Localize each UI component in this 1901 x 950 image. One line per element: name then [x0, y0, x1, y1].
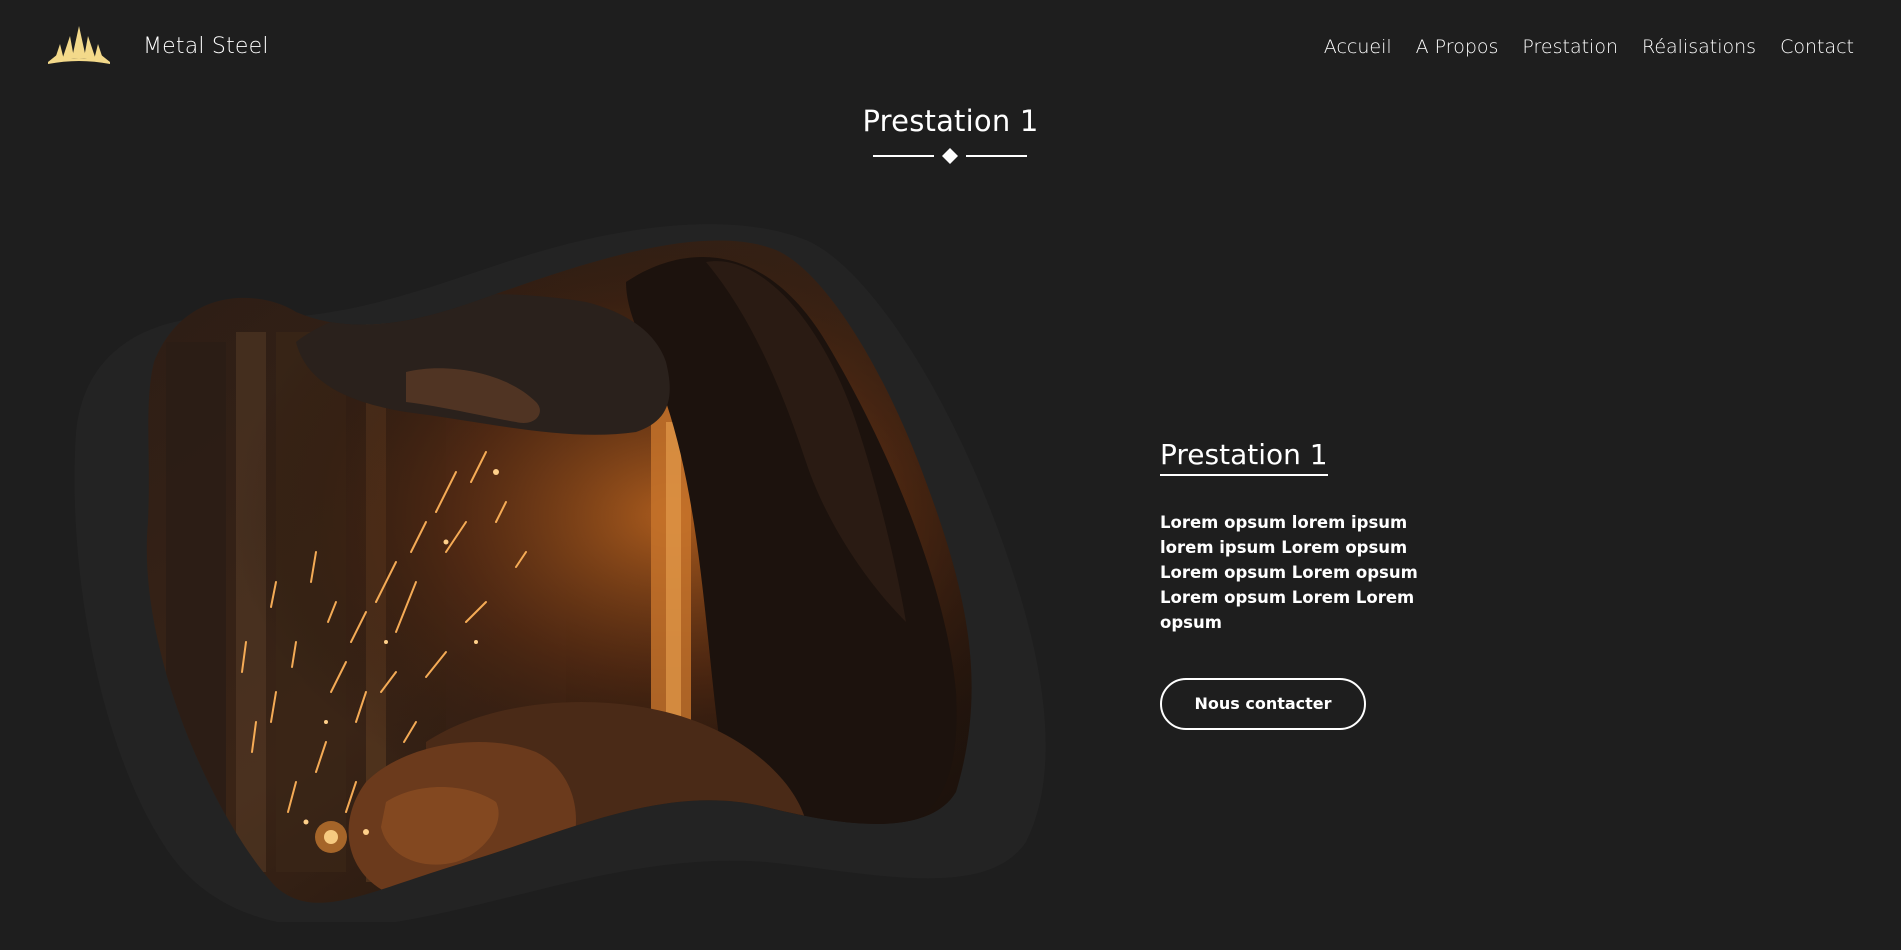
prestation-title: Prestation 1: [1160, 438, 1328, 476]
hero-blob-image: [74, 224, 1046, 922]
site-header: Metal Steel Accueil A Propos Prestation …: [0, 0, 1901, 100]
brand-name[interactable]: Metal Steel: [143, 34, 269, 59]
nav-item-accueil[interactable]: Accueil: [1324, 36, 1392, 58]
title-divider: [873, 148, 1027, 164]
contact-button[interactable]: Nous contacter: [1160, 677, 1366, 730]
nav-item-a-propos[interactable]: A Propos: [1416, 36, 1499, 58]
nav-item-realisations[interactable]: Réalisations: [1642, 36, 1756, 58]
nav-item-contact[interactable]: Contact: [1780, 36, 1854, 58]
sun-crown-icon[interactable]: [46, 24, 112, 66]
page: Metal Steel Accueil A Propos Prestation …: [0, 0, 1901, 950]
nav-item-prestation[interactable]: Prestation: [1522, 36, 1618, 58]
prestation-content: Prestation 1 Lorem opsum lorem ipsum lor…: [1160, 438, 1480, 730]
diamond-icon: [942, 148, 958, 164]
main-nav: Accueil A Propos Prestation Réalisations…: [1324, 36, 1854, 58]
section-title: Prestation 1: [862, 104, 1039, 138]
prestation-description: Lorem opsum lorem ipsum lorem ipsum Lore…: [1160, 513, 1418, 632]
